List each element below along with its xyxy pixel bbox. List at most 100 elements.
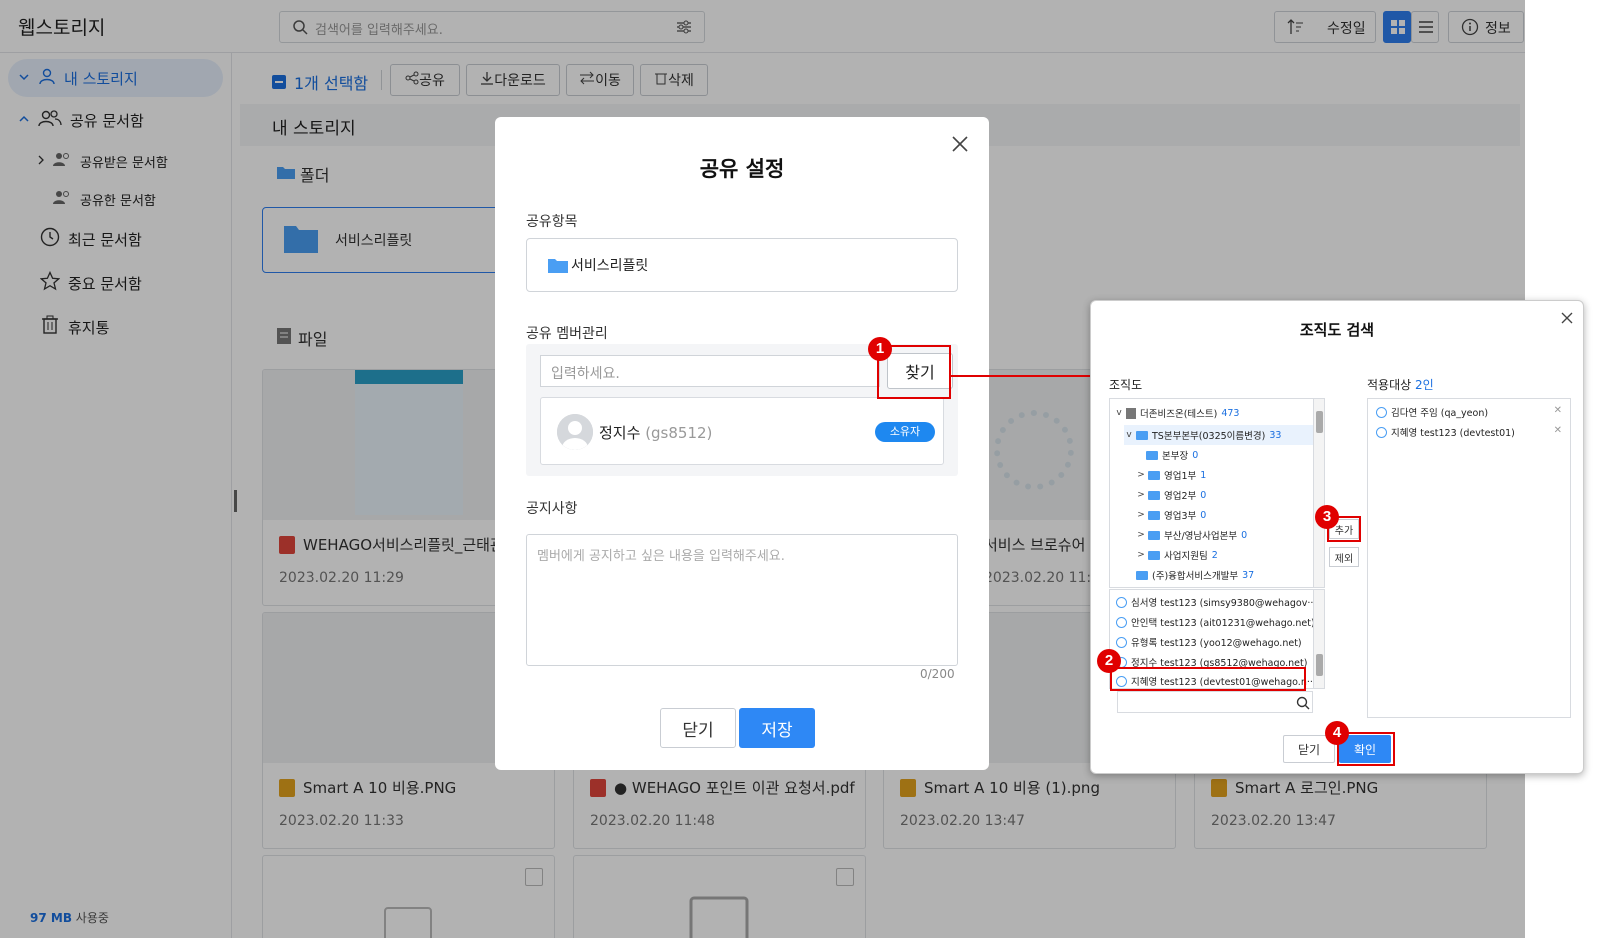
close-icon[interactable] xyxy=(1561,309,1573,328)
tree-node-count: 0 xyxy=(1241,529,1248,541)
tree-node-count: 37 xyxy=(1242,569,1255,581)
tree-node[interactable]: v 더존비즈온(테스트) 473 xyxy=(1114,403,1239,423)
share-settings-modal: 공유 설정 공유항목 서비스리플릿 공유 멤버관리 입력하세요. 찾기 정지수 … xyxy=(495,117,989,770)
folder-icon xyxy=(1136,430,1148,440)
highlight-box xyxy=(1110,667,1306,691)
chevron-right-icon: > xyxy=(1137,550,1145,560)
org-search-input[interactable] xyxy=(1117,691,1313,713)
user-icon xyxy=(1116,616,1127,628)
user-row[interactable]: 유형록 test123 (yoo12@wehago.net) xyxy=(1116,632,1302,652)
scroll-thumb[interactable] xyxy=(1316,654,1323,676)
folder-icon xyxy=(1148,490,1160,500)
tree-node[interactable]: 본부장 0 xyxy=(1146,445,1198,465)
tree-node-label: TS본부본부(0325이름변경) xyxy=(1152,431,1266,442)
chevron-down-icon: v xyxy=(1116,408,1122,418)
folder-icon xyxy=(1148,470,1160,480)
user-label: 안인택 test123 (ait01231@wehago.net) xyxy=(1131,618,1313,629)
chevron-right-icon: > xyxy=(1137,510,1145,520)
tree-node-count: 1 xyxy=(1200,469,1207,481)
remove-icon[interactable]: ✕ xyxy=(1554,425,1562,436)
step-badge: 1 xyxy=(868,337,892,361)
owner-badge: 소유자 xyxy=(875,422,935,442)
modal-title: 조직도 검색 xyxy=(1299,321,1375,339)
tree-node[interactable]: (주)융합서비스개발부 37 xyxy=(1136,565,1254,585)
remove-icon[interactable]: ✕ xyxy=(1554,405,1562,416)
target-row[interactable]: 지혜영 test123 (devtest01) ✕ xyxy=(1376,423,1562,441)
tree-node-count: 0 xyxy=(1200,509,1207,521)
target-label-text: 적용대상 xyxy=(1367,378,1412,392)
user-icon xyxy=(1116,636,1127,648)
remove-button[interactable]: 제외 xyxy=(1329,547,1359,567)
step-badge: 2 xyxy=(1097,649,1121,673)
user-label: 유형록 test123 (yoo12@wehago.net) xyxy=(1131,638,1302,649)
member-id: (gs8512) xyxy=(645,424,713,442)
notice-char-count: 0/200 xyxy=(920,667,955,681)
folder-icon xyxy=(1148,530,1160,540)
tree-node[interactable]: > 사업지원팀 2 xyxy=(1136,545,1218,565)
folder-icon xyxy=(1148,550,1160,560)
tree-node-label: 부산/영남사업본부 xyxy=(1164,531,1238,542)
tree-node-count: 33 xyxy=(1269,429,1282,441)
tree-node[interactable]: > 부산/영남사업본부 0 xyxy=(1136,525,1247,545)
folder-icon xyxy=(1136,570,1148,580)
tree-node[interactable]: > 영업3부 0 xyxy=(1136,505,1206,525)
user-row[interactable]: 안인택 test123 (ait01231@wehago.net) xyxy=(1116,612,1313,632)
avatar xyxy=(557,414,593,450)
chevron-right-icon: > xyxy=(1137,530,1145,540)
chevron-down-icon: v xyxy=(1126,430,1132,440)
tree-node-label: 사업지원팀 xyxy=(1164,551,1208,562)
tree-node[interactable]: > 영업1부 1 xyxy=(1136,465,1206,485)
org-tree[interactable]: v 더존비즈온(테스트) 473 v TS본부본부(0325이름변경) 33 본부장 0 … xyxy=(1109,398,1313,588)
tree-node-count: 2 xyxy=(1211,549,1218,561)
step-badge: 4 xyxy=(1325,721,1349,745)
tree-node-count: 0 xyxy=(1192,449,1199,461)
save-button[interactable]: 저장 xyxy=(739,708,815,748)
user-icon xyxy=(1376,426,1387,438)
member-display-name: 정지수 xyxy=(599,424,641,442)
folder-icon xyxy=(1148,510,1160,520)
tree-node-label: 영업3부 xyxy=(1164,511,1197,522)
target-row[interactable]: 김다연 주임 (qa_yeon) ✕ xyxy=(1376,403,1562,421)
scrollbar[interactable] xyxy=(1313,398,1325,588)
target-label: 적용대상 2인 xyxy=(1367,376,1434,393)
share-item-box: 서비스리플릿 xyxy=(526,238,958,292)
modal-title: 공유 설정 xyxy=(699,157,785,181)
user-row[interactable]: 심서영 test123 (simsy9380@wehagov··· xyxy=(1116,592,1313,612)
share-item-name: 서비스리플릿 xyxy=(571,258,649,274)
member-search-input[interactable]: 입력하세요. xyxy=(540,355,880,387)
user-icon xyxy=(1376,406,1387,418)
tree-node-label: (주)융합서비스개발부 xyxy=(1152,571,1239,582)
tree-node-selected[interactable]: v TS본부본부(0325이름변경) 33 xyxy=(1124,425,1313,445)
tree-node-label: 영업2부 xyxy=(1164,491,1197,502)
step-badge: 3 xyxy=(1315,505,1339,529)
folder-icon xyxy=(1146,450,1158,460)
user-label: 심서영 test123 (simsy9380@wehagov··· xyxy=(1131,598,1313,609)
company-icon xyxy=(1126,407,1136,419)
notice-textarea[interactable]: 멤버에게 공지하고 싶은 내용을 입력해주세요. xyxy=(526,534,958,666)
org-chart-search-modal: 조직도 검색 조직도 적용대상 2인 v 더존비즈온(테스트) 473 v TS본부본… xyxy=(1090,300,1584,774)
member-label: 공유 멤버관리 xyxy=(526,326,608,342)
close-button[interactable]: 닫기 xyxy=(660,708,736,748)
scrollbar[interactable] xyxy=(1313,589,1325,689)
folder-icon xyxy=(547,256,569,278)
member-name: 정지수 (gs8512) xyxy=(599,422,712,443)
tree-node-label: 본부장 xyxy=(1162,451,1189,462)
notice-label: 공지사항 xyxy=(526,501,578,517)
tree-node[interactable]: > 영업2부 0 xyxy=(1136,485,1206,505)
tree-node-count: 473 xyxy=(1221,407,1240,419)
close-icon[interactable] xyxy=(951,135,969,157)
search-icon[interactable] xyxy=(1296,695,1310,714)
user-icon xyxy=(1116,596,1127,608)
tree-node-label: 더존비즈온(테스트) xyxy=(1140,409,1218,420)
tree-node-count: 0 xyxy=(1200,489,1207,501)
target-count: 2인 xyxy=(1415,378,1434,392)
scroll-thumb[interactable] xyxy=(1316,411,1323,433)
target-list: 김다연 주임 (qa_yeon) ✕ 지혜영 test123 (devtest01… xyxy=(1367,398,1571,718)
tree-node-label: 영업1부 xyxy=(1164,471,1197,482)
chevron-right-icon: > xyxy=(1137,470,1145,480)
org-tree-label: 조직도 xyxy=(1109,378,1143,392)
member-row: 정지수 (gs8512) 소유자 xyxy=(540,397,944,465)
target-name: 김다연 주임 (qa_yeon) xyxy=(1391,408,1489,419)
chevron-right-icon: > xyxy=(1137,490,1145,500)
share-item-label: 공유항목 xyxy=(526,214,578,230)
